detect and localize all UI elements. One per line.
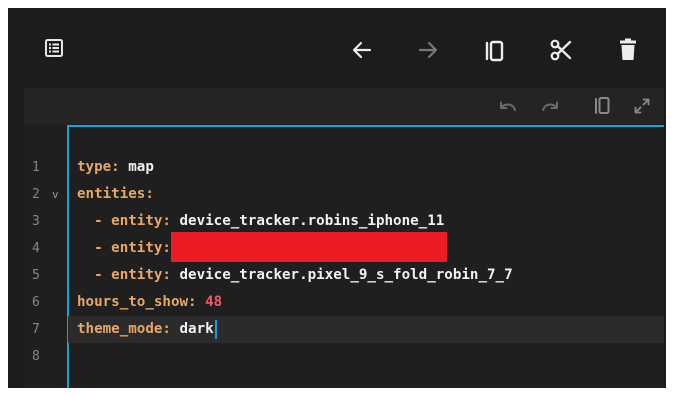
line-number-gutter: 1 2v 3 4 5 6 7 8 [24, 154, 66, 370]
line-number: 2 [32, 187, 40, 202]
undo-icon[interactable] [496, 94, 520, 118]
yaml-list-dash: - [77, 240, 112, 256]
code-line[interactable]: entities: [77, 181, 664, 208]
code-line[interactable]: hours_to_show: 48 [77, 289, 664, 316]
yaml-separator: : [188, 294, 206, 310]
yaml-code-editor[interactable]: 1 2v 3 4 5 6 7 8 type: map entities: - e… [24, 124, 664, 388]
yaml-separator: : [162, 240, 171, 256]
fold-toggle-icon[interactable]: v [52, 181, 59, 208]
code-line[interactable]: - entity: [77, 232, 664, 262]
yaml-value: map [128, 159, 154, 175]
yaml-key: theme_mode [77, 321, 163, 337]
yaml-separator: : [162, 321, 180, 337]
yaml-key: entity [111, 213, 163, 229]
yaml-key: entities [77, 186, 146, 202]
cut-icon[interactable] [541, 30, 581, 70]
code-line[interactable] [77, 343, 664, 370]
delete-icon[interactable] [608, 30, 648, 70]
line-number: 8 [32, 349, 40, 364]
yaml-value: device_tracker.robins_iphone_11 [179, 213, 445, 229]
code-line[interactable]: - entity: device_tracker.pixel_9_s_fold_… [77, 262, 664, 289]
copy-icon[interactable] [590, 94, 614, 118]
toolbar [8, 8, 666, 88]
list-icon[interactable] [34, 28, 74, 68]
card-editor-panel: 1 2v 3 4 5 6 7 8 type: map entities: - e… [8, 8, 666, 388]
redaction-box [170, 232, 447, 262]
line-number: 6 [32, 295, 40, 310]
arrow-right-icon[interactable] [408, 30, 448, 70]
expand-icon[interactable] [630, 94, 654, 118]
text-cursor [214, 319, 217, 339]
yaml-separator: : [111, 159, 129, 175]
code-line-active[interactable]: theme_mode: dark [68, 316, 664, 343]
yaml-separator: : [162, 213, 180, 229]
yaml-number-value: 48 [205, 294, 223, 310]
yaml-separator: : [162, 267, 180, 283]
code-line[interactable]: type: map [77, 154, 664, 181]
yaml-key: hours_to_show [77, 294, 189, 310]
yaml-key: entity [111, 240, 163, 256]
redo-icon[interactable] [538, 94, 562, 118]
focus-indicator [67, 125, 69, 388]
yaml-value: device_tracker.pixel_9_s_fold_robin_7_7 [179, 267, 513, 283]
yaml-list-dash: - [77, 213, 112, 229]
yaml-key: entity [111, 267, 163, 283]
yaml-separator: : [145, 186, 154, 202]
line-number: 5 [32, 268, 40, 283]
editor-header [24, 88, 664, 124]
line-number: 7 [32, 322, 40, 337]
line-number: 4 [32, 241, 40, 256]
copy-icon[interactable] [474, 31, 514, 71]
focus-indicator [68, 125, 664, 127]
code-content[interactable]: type: map entities: - entity: device_tra… [68, 154, 664, 370]
yaml-value: dark [179, 321, 214, 337]
line-number: 1 [32, 160, 40, 175]
yaml-list-dash: - [77, 267, 112, 283]
line-number: 3 [32, 214, 40, 229]
code-line[interactable]: - entity: device_tracker.robins_iphone_1… [77, 208, 664, 235]
yaml-key: type [77, 159, 112, 175]
arrow-left-icon[interactable] [342, 30, 382, 70]
